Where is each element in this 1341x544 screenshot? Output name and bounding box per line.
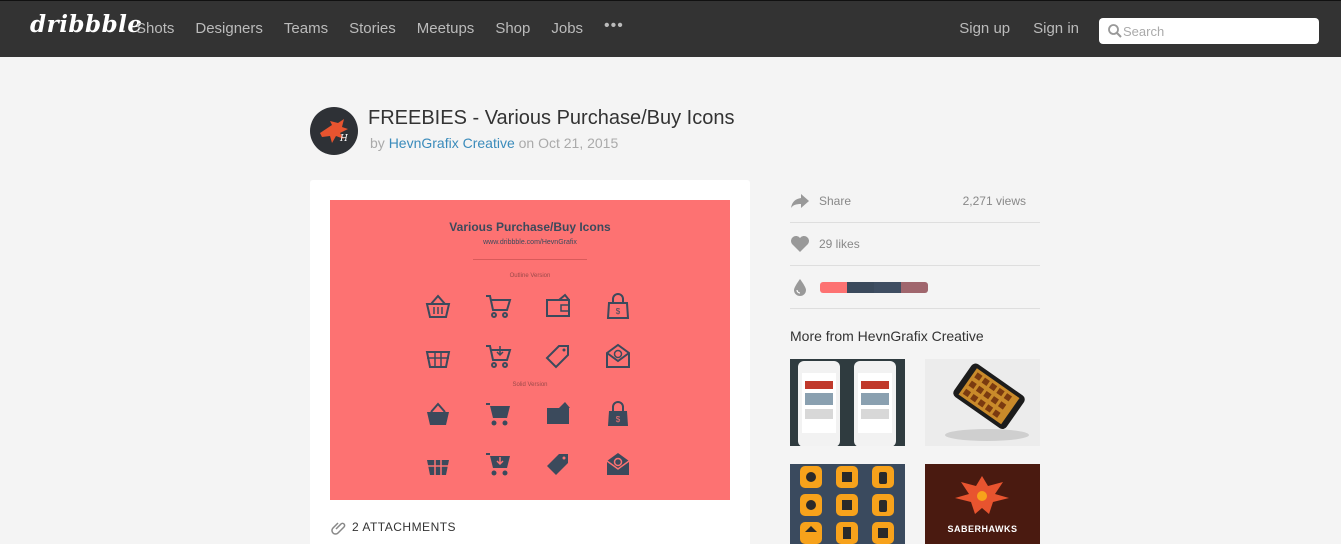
nav-shots[interactable]: Shots bbox=[136, 20, 174, 37]
likes-row: 29 likes bbox=[790, 223, 1040, 266]
thumbnail-phones-app[interactable] bbox=[790, 359, 905, 446]
solid-icon-grid: $ bbox=[423, 400, 637, 478]
shot-card: Various Purchase/Buy Icons www.dribbble.… bbox=[310, 180, 750, 544]
share-arrow-icon[interactable] bbox=[790, 193, 810, 209]
bag-outline-icon: $ bbox=[603, 292, 633, 320]
nav-meetups[interactable]: Meetups bbox=[417, 20, 475, 37]
envelope-money-outline-icon bbox=[603, 342, 633, 370]
search-box bbox=[1099, 18, 1319, 44]
likes-count[interactable]: 29 likes bbox=[819, 237, 860, 251]
on-label: on bbox=[518, 135, 535, 151]
main-nav: Shots Designers Teams Stories Meetups Sh… bbox=[136, 17, 645, 37]
views-count: 2,271 views bbox=[962, 194, 1026, 208]
heart-icon[interactable] bbox=[790, 235, 810, 253]
basket-solid-icon bbox=[423, 400, 453, 428]
outline-version-label: Outline Version bbox=[509, 273, 551, 279]
palette-swatch[interactable] bbox=[820, 281, 847, 293]
thumbnail-orange-icons[interactable] bbox=[790, 464, 905, 544]
cart-outline-icon bbox=[483, 292, 513, 320]
sign-up-link[interactable]: Sign up bbox=[959, 20, 1010, 37]
svg-text:H: H bbox=[339, 134, 348, 144]
author-link[interactable]: HevnGrafix Creative bbox=[389, 135, 515, 151]
cart-add-solid-icon bbox=[483, 450, 513, 478]
basket-solid-icon bbox=[423, 450, 453, 478]
sign-in-link[interactable]: Sign in bbox=[1033, 20, 1079, 37]
search-icon bbox=[1108, 24, 1122, 38]
shot-byline: by HevnGrafix Creative on Oct 21, 2015 bbox=[370, 135, 618, 151]
thumbnail-phone-game[interactable] bbox=[925, 359, 1040, 446]
svg-text:$: $ bbox=[616, 415, 621, 424]
bag-solid-icon: $ bbox=[603, 400, 633, 428]
shot-date: Oct 21, 2015 bbox=[538, 135, 619, 151]
attachments-label: 2 ATTACHMENTS bbox=[352, 520, 457, 534]
tag-solid-icon bbox=[543, 450, 573, 478]
shot-image[interactable]: Various Purchase/Buy Icons www.dribbble.… bbox=[330, 200, 730, 500]
thumbnail-saberhawks[interactable]: SABERHAWKS bbox=[925, 464, 1040, 544]
more-menu-icon[interactable]: ••• bbox=[604, 17, 624, 37]
solid-version-label: Solid Version bbox=[512, 382, 548, 388]
by-label: by bbox=[370, 135, 385, 151]
palette-swatch[interactable] bbox=[901, 281, 928, 293]
outline-icon-grid: $ bbox=[423, 292, 637, 370]
phones-thumbnail-image bbox=[798, 361, 896, 446]
palette-swatch[interactable] bbox=[847, 281, 874, 293]
hawk-logo-icon: H bbox=[320, 119, 348, 144]
game-phone-thumbnail-image bbox=[945, 363, 1029, 441]
more-from-heading: More from HevnGrafix Creative bbox=[790, 328, 984, 344]
basket-outline-icon bbox=[423, 292, 453, 320]
image-url: www.dribbble.com/HevnGrafix bbox=[483, 239, 577, 246]
nav-shop[interactable]: Shop bbox=[495, 20, 530, 37]
shot-sidebar: Share 2,271 views 29 likes bbox=[790, 180, 1040, 309]
basket-outline-icon bbox=[423, 342, 453, 370]
palette-row bbox=[790, 266, 1040, 309]
paperclip-icon bbox=[331, 522, 346, 535]
color-drop-icon bbox=[794, 279, 806, 296]
orange-icons-thumbnail-image bbox=[800, 466, 894, 544]
nav-jobs[interactable]: Jobs bbox=[551, 20, 583, 37]
nav-designers[interactable]: Designers bbox=[195, 20, 263, 37]
dribbble-logo[interactable]: dribbble bbox=[30, 11, 143, 38]
attachments-link[interactable]: 2 ATTACHMENTS bbox=[330, 519, 456, 535]
top-navigation-bar: dribbble Shots Designers Teams Stories M… bbox=[0, 0, 1341, 57]
author-avatar[interactable]: H bbox=[310, 107, 358, 155]
auth-links: Sign up Sign in bbox=[936, 20, 1079, 37]
color-palette bbox=[820, 281, 928, 293]
nav-teams[interactable]: Teams bbox=[284, 20, 328, 37]
share-row: Share 2,271 views bbox=[790, 180, 1040, 223]
shot-title: FREEBIES - Various Purchase/Buy Icons bbox=[368, 107, 735, 129]
wallet-solid-icon bbox=[543, 400, 573, 428]
nav-stories[interactable]: Stories bbox=[349, 20, 396, 37]
cart-add-outline-icon bbox=[483, 342, 513, 370]
wallet-outline-icon bbox=[543, 292, 573, 320]
cart-solid-icon bbox=[483, 400, 513, 428]
palette-swatch[interactable] bbox=[874, 281, 901, 293]
svg-text:$: $ bbox=[616, 307, 621, 316]
tag-outline-icon bbox=[543, 342, 573, 370]
image-title: Various Purchase/Buy Icons bbox=[449, 220, 611, 234]
saberhawks-label: SABERHAWKS bbox=[947, 524, 1018, 534]
image-divider bbox=[473, 259, 587, 260]
envelope-money-solid-icon bbox=[603, 450, 633, 478]
search-input[interactable] bbox=[1123, 21, 1311, 41]
share-button[interactable]: Share bbox=[819, 194, 851, 208]
